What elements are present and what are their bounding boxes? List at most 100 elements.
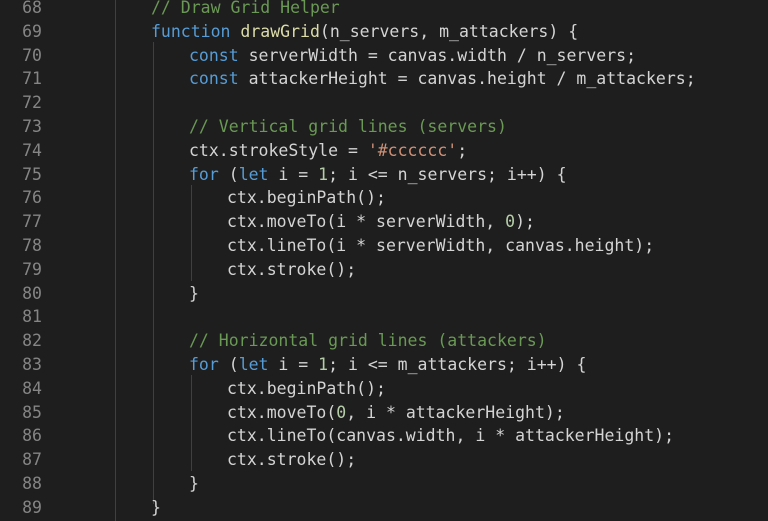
- code-token: ; i <= n_servers; i++) {: [328, 164, 567, 184]
- line-number: 87: [22, 450, 42, 470]
- code-token: ctx.moveTo(i * serverWidth,: [227, 212, 506, 232]
- line-number: 84: [22, 378, 42, 398]
- code-line[interactable]: 84 ctx.beginPath();: [0, 377, 768, 401]
- line-number: 75: [22, 164, 42, 184]
- line-number: 88: [22, 474, 42, 493]
- code-line[interactable]: 86 ctx.lineTo(canvas.width, i * attackerH…: [0, 424, 768, 448]
- code-line[interactable]: 78 ctx.lineTo(i * serverWidth, canvas.hei…: [0, 234, 768, 258]
- code-token: ctx.strokeStyle =: [189, 140, 368, 160]
- code-line[interactable]: 82 // Horizontal grid lines (attackers): [0, 329, 768, 353]
- code-text[interactable]: // Draw Grid Helper: [151, 0, 340, 20]
- line-number: 69: [22, 21, 42, 41]
- code-line[interactable]: 89}: [0, 496, 768, 520]
- code-text[interactable]: const serverWidth = canvas.width / n_ser…: [189, 44, 636, 68]
- code-line[interactable]: 72: [0, 91, 768, 115]
- code-line[interactable]: 75 for (let i = 1; i <= n_servers; i++) {: [0, 163, 768, 187]
- code-text[interactable]: for (let i = 1; i <= m_attackers; i++) {: [189, 353, 586, 377]
- code-token: let: [238, 164, 269, 184]
- code-text[interactable]: function drawGrid(n_servers, m_attackers…: [151, 20, 578, 44]
- code-token: ; i <= m_attackers; i++) {: [328, 355, 587, 374]
- code-line[interactable]: 83 for (let i = 1; i <= m_attackers; i++)…: [0, 353, 768, 377]
- line-number: 76: [22, 188, 42, 208]
- code-token: const: [189, 69, 249, 89]
- code-token: serverWidth = canvas.width / n_servers;: [248, 45, 637, 65]
- code-line[interactable]: 76 ctx.beginPath();: [0, 186, 768, 210]
- code-token: i =: [268, 164, 319, 184]
- code-token: }: [189, 283, 199, 303]
- line-number: 82: [22, 331, 42, 351]
- code-line[interactable]: 80}: [0, 282, 768, 306]
- code-token: attackerHeight = canvas.height / m_attac…: [248, 69, 696, 89]
- code-token: drawGrid: [240, 21, 320, 41]
- code-text[interactable]: }: [151, 496, 161, 520]
- code-token: (n_servers, m_attackers) {: [319, 21, 579, 41]
- code-line[interactable]: 74 ctx.strokeStyle = '#cccccc';: [0, 139, 768, 163]
- code-token: (: [218, 355, 239, 374]
- code-token: for: [189, 355, 219, 374]
- code-token: }: [189, 474, 199, 493]
- code-token: 1: [318, 164, 329, 184]
- code-token: 0: [505, 212, 516, 232]
- code-token: ctx.lineTo(canvas.width, i * attackerHei…: [227, 426, 675, 446]
- code-editor[interactable]: 68 // Draw Grid Helper 69 function drawGrid…: [0, 0, 768, 521]
- line-number: 89: [22, 497, 42, 517]
- code-text[interactable]: }: [189, 282, 199, 306]
- code-token: (: [218, 164, 239, 184]
- code-token: ;: [457, 140, 468, 160]
- line-number: 86: [22, 426, 42, 446]
- code-text[interactable]: // Vertical grid lines (servers): [189, 115, 507, 139]
- code-text[interactable]: ctx.moveTo(i * serverWidth, 0);: [227, 210, 535, 234]
- code-token: let: [238, 355, 269, 374]
- line-number: 74: [22, 140, 42, 160]
- code-token: }: [151, 497, 161, 517]
- code-token: 0: [336, 402, 347, 422]
- code-line[interactable]: 77 ctx.moveTo(i * serverWidth, 0);: [0, 210, 768, 234]
- code-text[interactable]: ctx.stroke();: [227, 258, 356, 282]
- code-line[interactable]: 70 const serverWidth = canvas.width / n_s…: [0, 44, 768, 68]
- code-line[interactable]: 68 // Draw Grid Helper: [0, 0, 768, 20]
- code-line[interactable]: 69 function drawGrid(n_servers, m_attacke…: [0, 20, 768, 44]
- line-number: 80: [22, 283, 42, 303]
- code-line[interactable]: 87 ctx.stroke();: [0, 448, 768, 472]
- code-line[interactable]: 79 ctx.stroke();: [0, 258, 768, 282]
- code-token: , i * attackerHeight);: [346, 402, 565, 422]
- code-token: // Draw Grid Helper: [151, 0, 340, 17]
- code-line[interactable]: 85 ctx.moveTo(0, i * attackerHeight);: [0, 401, 768, 425]
- code-text[interactable]: ctx.lineTo(i * serverWidth, canvas.heigh…: [227, 234, 654, 258]
- code-text[interactable]: ctx.lineTo(canvas.width, i * attackerHei…: [227, 424, 674, 448]
- code-line[interactable]: 81: [0, 305, 768, 329]
- code-token: i =: [268, 355, 319, 374]
- code-text[interactable]: ctx.strokeStyle = '#cccccc';: [189, 139, 467, 163]
- code-text[interactable]: const attackerHeight = canvas.height / m…: [189, 67, 696, 91]
- code-token: const: [189, 45, 249, 65]
- line-number: 81: [22, 307, 42, 327]
- line-number: 77: [22, 212, 42, 232]
- code-text[interactable]: ctx.beginPath();: [227, 186, 386, 210]
- code-line[interactable]: 71 const attackerHeight = canvas.height /…: [0, 67, 768, 91]
- line-number: 79: [22, 259, 42, 279]
- line-number: 70: [22, 45, 42, 65]
- code-text[interactable]: ctx.stroke();: [227, 448, 356, 472]
- code-token: ctx.lineTo(i * serverWidth, canvas.heigh…: [227, 236, 655, 255]
- code-line[interactable]: 73 // Vertical grid lines (servers): [0, 115, 768, 139]
- line-number: 72: [22, 93, 42, 113]
- code-text[interactable]: ctx.moveTo(0, i * attackerHeight);: [227, 401, 565, 425]
- line-number: 83: [22, 355, 42, 374]
- code-text[interactable]: ctx.beginPath();: [227, 377, 386, 401]
- line-number: 73: [22, 117, 42, 136]
- code-token: ctx.beginPath();: [227, 378, 386, 398]
- code-token: for: [189, 164, 219, 184]
- line-number: 71: [22, 69, 42, 89]
- code-text[interactable]: for (let i = 1; i <= n_servers; i++) {: [189, 163, 567, 187]
- code-line[interactable]: 88}: [0, 472, 768, 496]
- code-token: ctx.moveTo(: [227, 402, 337, 422]
- code-token: function: [151, 21, 241, 41]
- code-token: 1: [318, 355, 329, 374]
- code-token: // Vertical grid lines (servers): [189, 117, 507, 136]
- code-token: '#cccccc': [367, 140, 458, 160]
- code-text[interactable]: // Horizontal grid lines (attackers): [189, 329, 547, 353]
- line-number: 78: [22, 236, 42, 255]
- code-token: );: [515, 212, 535, 232]
- code-token: ctx.stroke();: [227, 259, 357, 279]
- code-text[interactable]: }: [189, 472, 199, 496]
